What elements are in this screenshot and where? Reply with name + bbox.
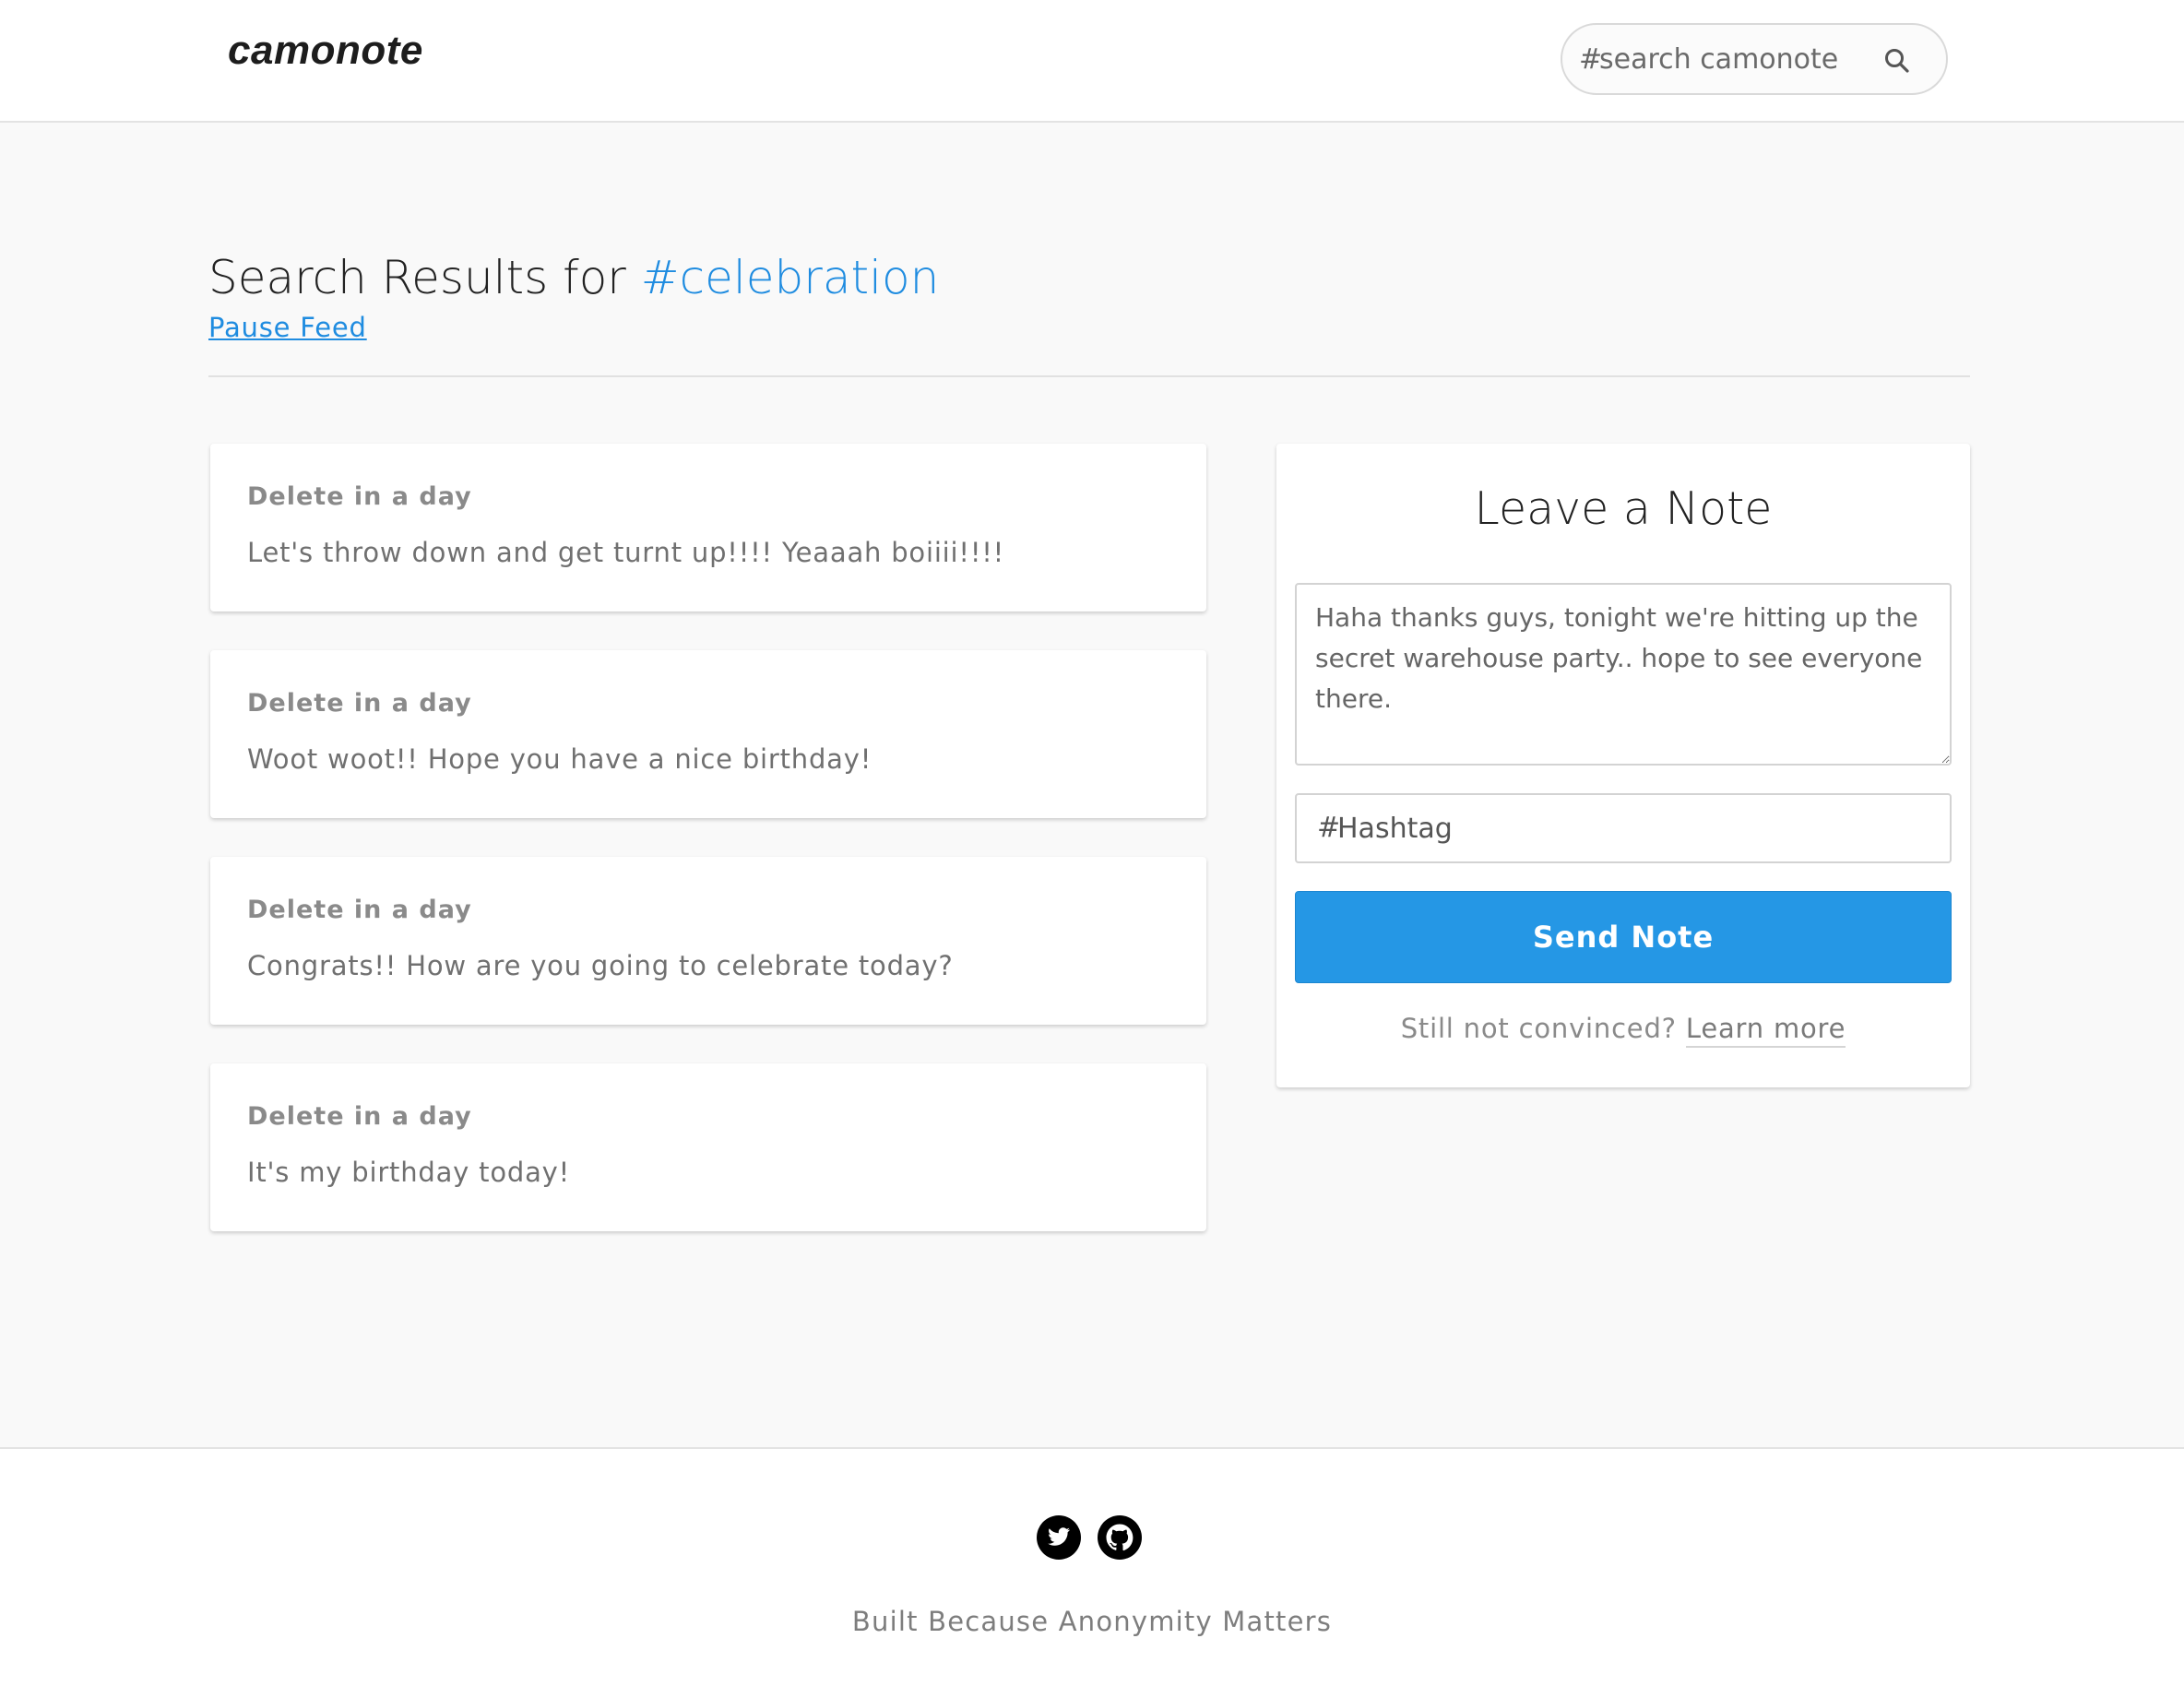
note-textarea[interactable]: Haha thanks guys, tonight we're hitting … (1295, 583, 1952, 766)
site-footer: Built Because Anonymity Matters (0, 1447, 2184, 1686)
search-input[interactable] (1599, 36, 1876, 82)
note-card: Delete in a day It's my birthday today! (210, 1063, 1206, 1231)
note-body: Woot woot!! Hope you have a nice birthda… (247, 743, 872, 775)
note-body: Congrats!! How are you going to celebrat… (247, 950, 954, 981)
note-expiry: Delete in a day (247, 896, 472, 924)
search-icon[interactable] (1883, 47, 1911, 75)
note-card: Delete in a day Congrats!! How are you g… (210, 857, 1206, 1025)
search-box[interactable]: # (1561, 23, 1948, 95)
leave-note-panel: Leave a Note Haha thanks guys, tonight w… (1276, 444, 1970, 1087)
search-tag: #celebration (640, 251, 940, 304)
learn-more-row: Still not convinced? Learn more (1276, 1013, 1970, 1048)
page-title: Search Results for #celebration (208, 251, 939, 304)
github-icon[interactable] (1097, 1514, 1143, 1561)
leave-note-title: Leave a Note (1474, 482, 1773, 535)
learn-more-prefix: Still not convinced? (1400, 1013, 1686, 1044)
site-header: camonote # (0, 0, 2184, 123)
twitter-icon[interactable] (1036, 1514, 1082, 1561)
footer-tagline: Built Because Anonymity Matters (851, 1606, 1333, 1637)
note-body: Let's throw down and get turnt up!!!! Ye… (247, 537, 1005, 568)
hashtag-input[interactable] (1337, 804, 1928, 852)
note-card: Delete in a day Let's throw down and get… (210, 444, 1206, 611)
page-title-prefix: Search Results for (208, 251, 641, 304)
note-expiry: Delete in a day (247, 482, 472, 511)
note-card: Delete in a day Woot woot!! Hope you hav… (210, 650, 1206, 818)
note-expiry: Delete in a day (247, 1102, 472, 1131)
hashtag-field[interactable]: # (1295, 793, 1952, 863)
note-body: It's my birthday today! (247, 1157, 571, 1188)
learn-more-link[interactable]: Learn more (1685, 1013, 1846, 1048)
logo[interactable]: camonote (228, 28, 423, 74)
note-expiry: Delete in a day (247, 689, 472, 718)
send-note-button[interactable]: Send Note (1295, 891, 1952, 983)
pause-feed-link[interactable]: Pause Feed (208, 312, 367, 343)
divider (208, 375, 1970, 377)
